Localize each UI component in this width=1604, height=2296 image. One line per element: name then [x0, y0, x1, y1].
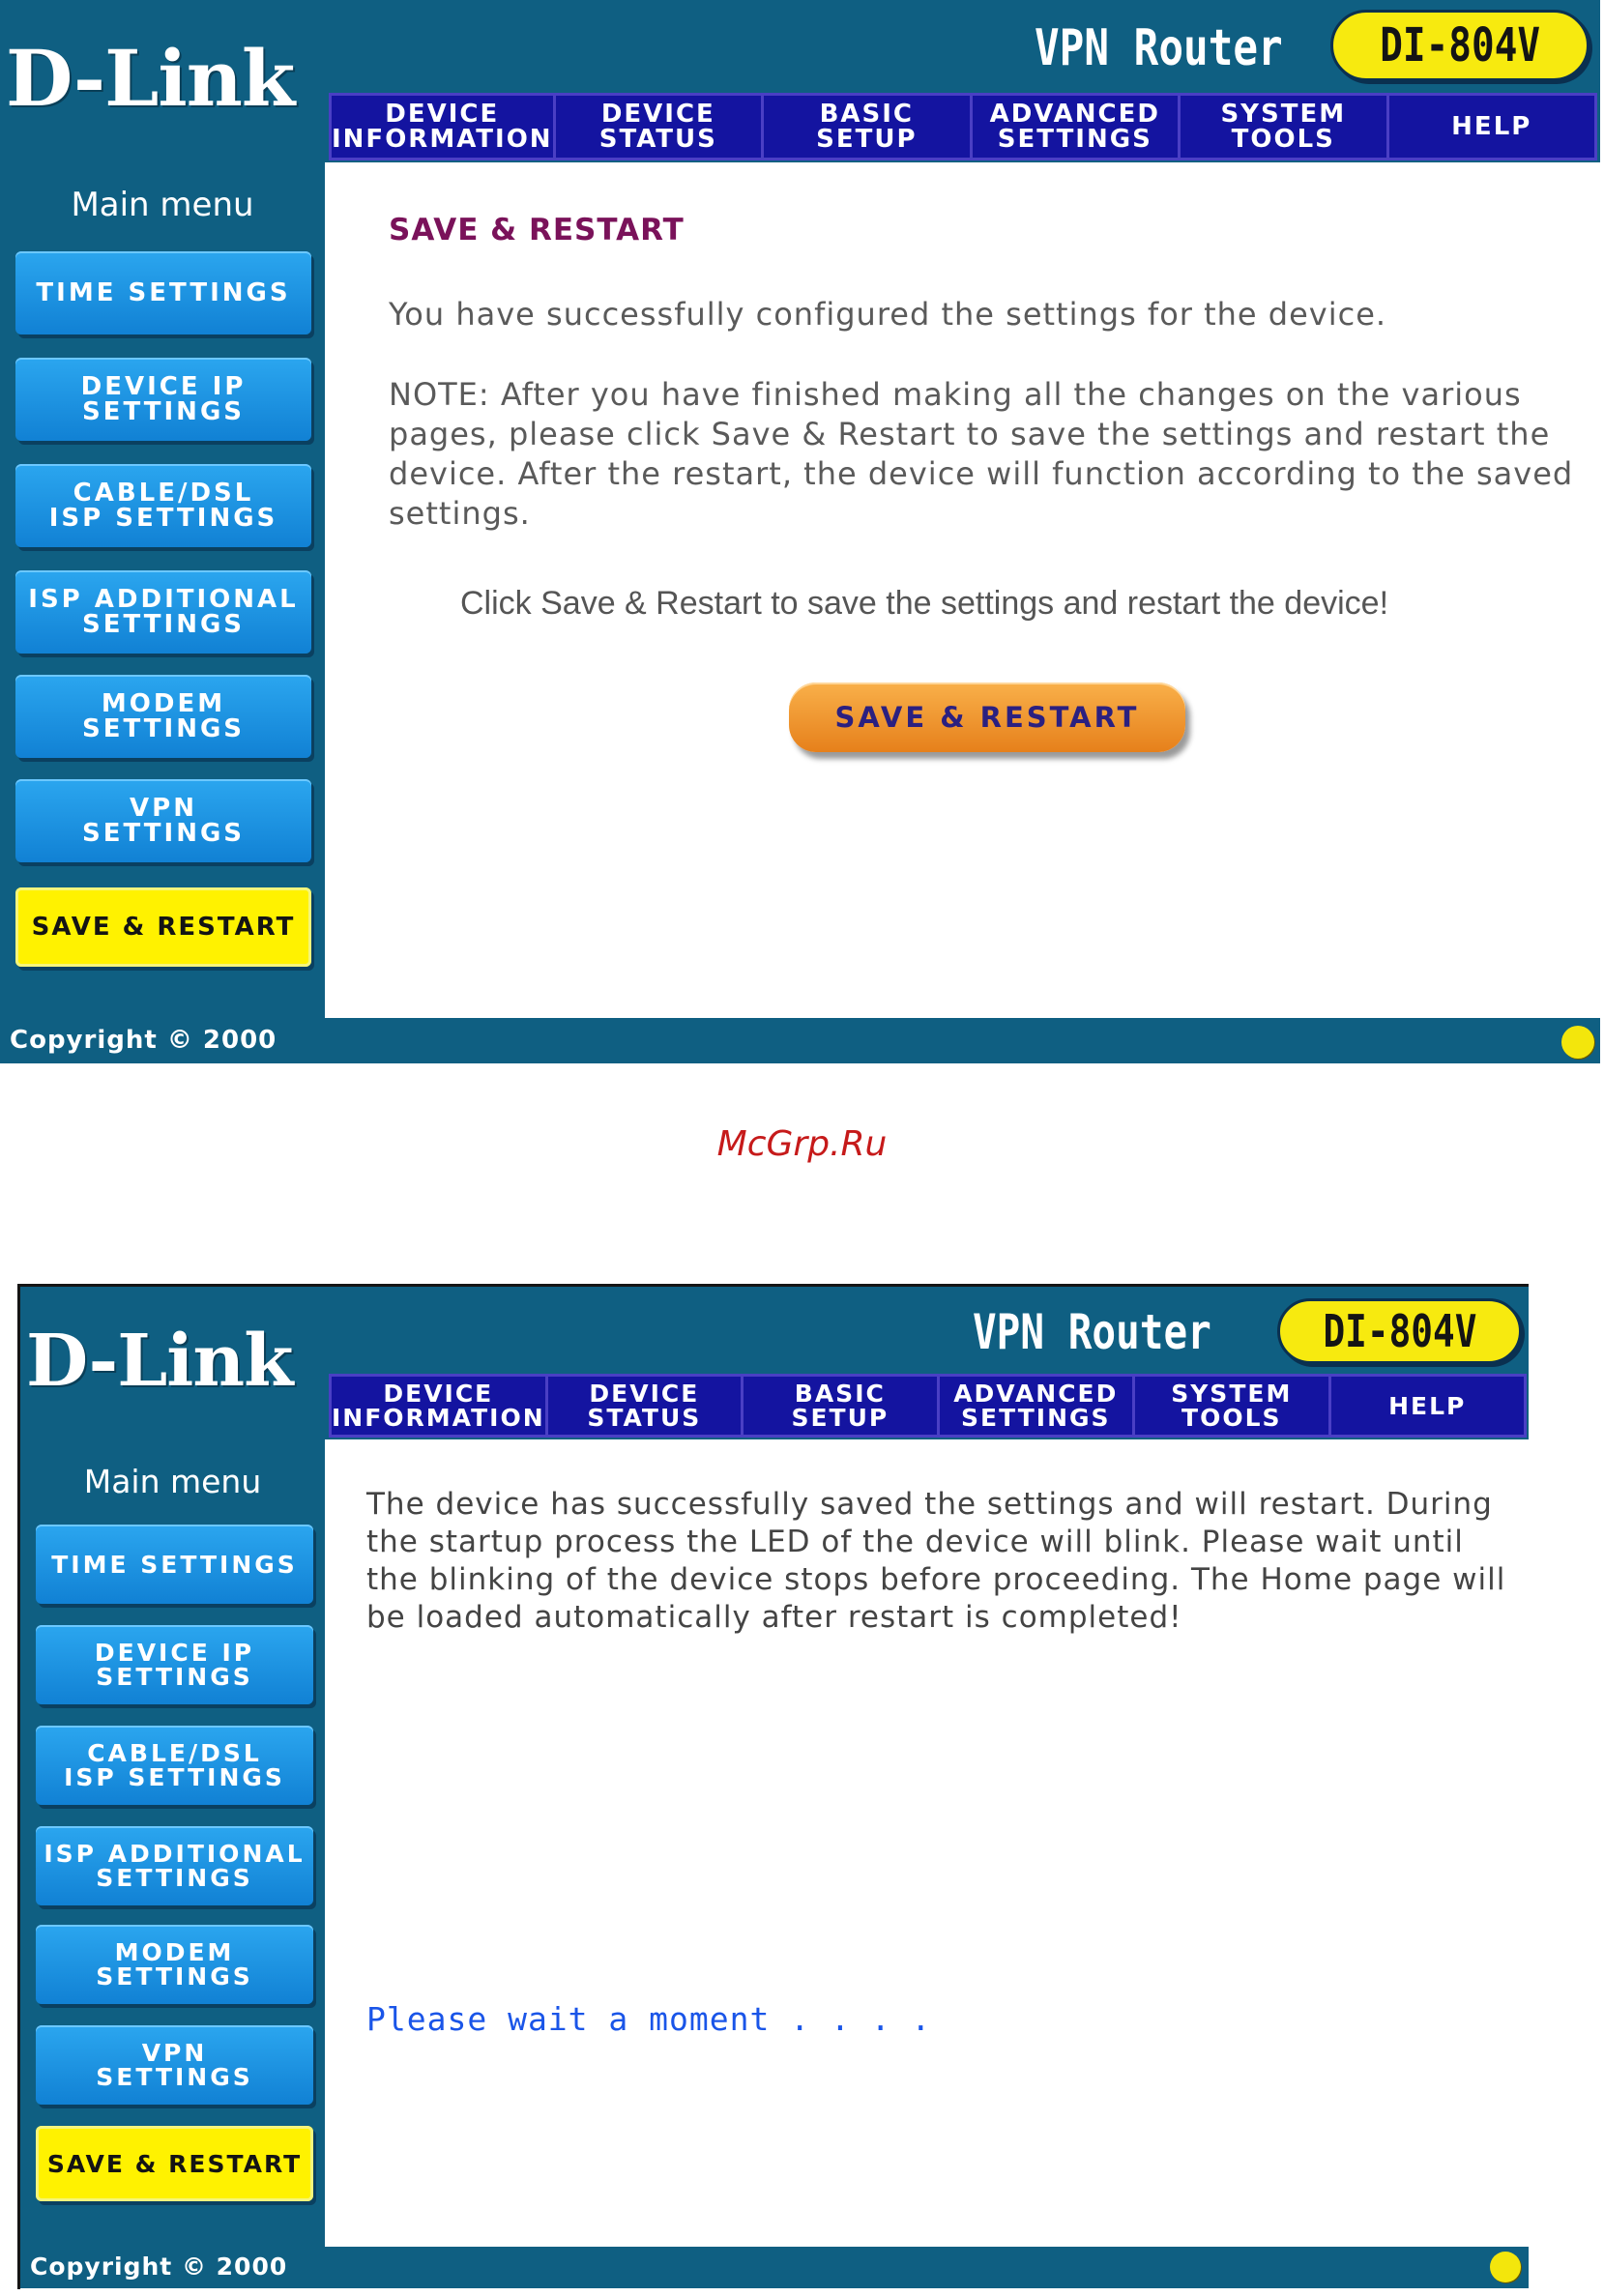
copyright-text-2: Copyright © 2000: [30, 2252, 288, 2281]
tab-basic-setup[interactable]: BASIC SETUP: [764, 96, 973, 158]
screen-2: The device has successfully saved the se…: [20, 1287, 1529, 2288]
tab-device-information-2[interactable]: DEVICE INFORMATION: [332, 1377, 548, 1435]
menu-isp-additional-settings-2[interactable]: ISP ADDITIONAL SETTINGS: [36, 1826, 313, 1905]
product-name-2: VPN Router: [973, 1304, 1211, 1360]
tab-device-status[interactable]: DEVICE STATUS: [555, 96, 765, 158]
instruction-text: Click Save & Restart to save the setting…: [460, 585, 1389, 622]
menu-save-restart-2[interactable]: SAVE & RESTART: [36, 2126, 313, 2201]
main-menu-title: Main menu: [71, 186, 254, 224]
dlink-logo: D-Link: [6, 33, 295, 124]
status-led-icon: [1561, 1026, 1594, 1059]
main-menu-title-2: Main menu: [83, 1463, 262, 1500]
product-name: VPN Router: [1035, 19, 1283, 77]
footer-bar-2: Copyright © 2000: [20, 2247, 1529, 2288]
menu-device-ip-settings-2[interactable]: DEVICE IP SETTINGS: [36, 1625, 313, 1704]
tab-system-tools[interactable]: SYSTEM TOOLS: [1181, 96, 1389, 158]
content-panel-2: The device has successfully saved the se…: [325, 1439, 1529, 2247]
menu-isp-additional-settings[interactable]: ISP ADDITIONAL SETTINGS: [15, 570, 311, 654]
menu-device-ip-settings[interactable]: DEVICE IP SETTINGS: [15, 358, 311, 441]
tab-help-2[interactable]: HELP: [1330, 1377, 1524, 1435]
menu-modem-settings-2[interactable]: MODEM SETTINGS: [36, 1925, 313, 2004]
model-badge-2: DI-804V: [1277, 1298, 1522, 1364]
menu-time-settings-2[interactable]: TIME SETTINGS: [36, 1525, 313, 1604]
model-label: DI-804V: [1380, 18, 1540, 73]
content-panel: SAVE & RESTART You have successfully con…: [325, 162, 1600, 1018]
menu-vpn-settings-2[interactable]: VPN SETTINGS: [36, 2025, 313, 2105]
please-wait-text: Please wait a moment . . . .: [366, 2000, 932, 2038]
status-led-icon-2: [1490, 2252, 1521, 2282]
header-bar-2: VPN Router DI-804V DEVICE INFORMATION DE…: [325, 1287, 1529, 1439]
tab-advanced-settings-2[interactable]: ADVANCED SETTINGS: [939, 1377, 1136, 1435]
dlink-logo-2: D-Link: [26, 1320, 293, 1403]
top-navigation-2: DEVICE INFORMATION DEVICE STATUS BASIC S…: [329, 1374, 1527, 1438]
sidebar: D-Link Main menu TIME SETTINGS DEVICE IP…: [0, 0, 325, 1063]
tab-system-tools-2[interactable]: SYSTEM TOOLS: [1135, 1377, 1331, 1435]
top-navigation: DEVICE INFORMATION DEVICE STATUS BASIC S…: [329, 93, 1597, 160]
model-label-2: DI-804V: [1323, 1305, 1476, 1357]
success-message: You have successfully configured the set…: [389, 296, 1387, 333]
menu-vpn-settings[interactable]: VPN SETTINGS: [15, 779, 311, 862]
watermark-text: McGrp.Ru: [716, 1124, 888, 1164]
footer-bar: Copyright © 2000: [0, 1018, 1600, 1063]
tab-advanced-settings[interactable]: ADVANCED SETTINGS: [972, 96, 1181, 158]
menu-time-settings[interactable]: TIME SETTINGS: [15, 251, 311, 334]
note-text: NOTE: After you have finished making all…: [389, 376, 1574, 532]
menu-cable-dsl-isp-settings-2[interactable]: CABLE/DSL ISP SETTINGS: [36, 1726, 313, 1805]
menu-modem-settings[interactable]: MODEM SETTINGS: [15, 675, 311, 758]
menu-cable-dsl-isp-settings[interactable]: CABLE/DSL ISP SETTINGS: [15, 464, 311, 547]
save-restart-button[interactable]: SAVE & RESTART: [789, 683, 1185, 752]
menu-save-restart[interactable]: SAVE & RESTART: [15, 887, 311, 967]
page-title: SAVE & RESTART: [389, 213, 685, 247]
tab-device-information[interactable]: DEVICE INFORMATION: [332, 96, 556, 158]
model-badge: DI-804V: [1330, 10, 1589, 81]
restart-message: The device has successfully saved the se…: [366, 1487, 1506, 1635]
tab-help[interactable]: HELP: [1388, 96, 1594, 158]
screen-1: SAVE & RESTART You have successfully con…: [0, 0, 1600, 1063]
sidebar-2: D-Link Main menu TIME SETTINGS DEVICE IP…: [20, 1287, 325, 2288]
header-bar: VPN Router DI-804V DEVICE INFORMATION DE…: [325, 0, 1600, 162]
tab-basic-setup-2[interactable]: BASIC SETUP: [744, 1377, 940, 1435]
copyright-text: Copyright © 2000: [10, 1026, 277, 1055]
tab-device-status-2[interactable]: DEVICE STATUS: [547, 1377, 744, 1435]
